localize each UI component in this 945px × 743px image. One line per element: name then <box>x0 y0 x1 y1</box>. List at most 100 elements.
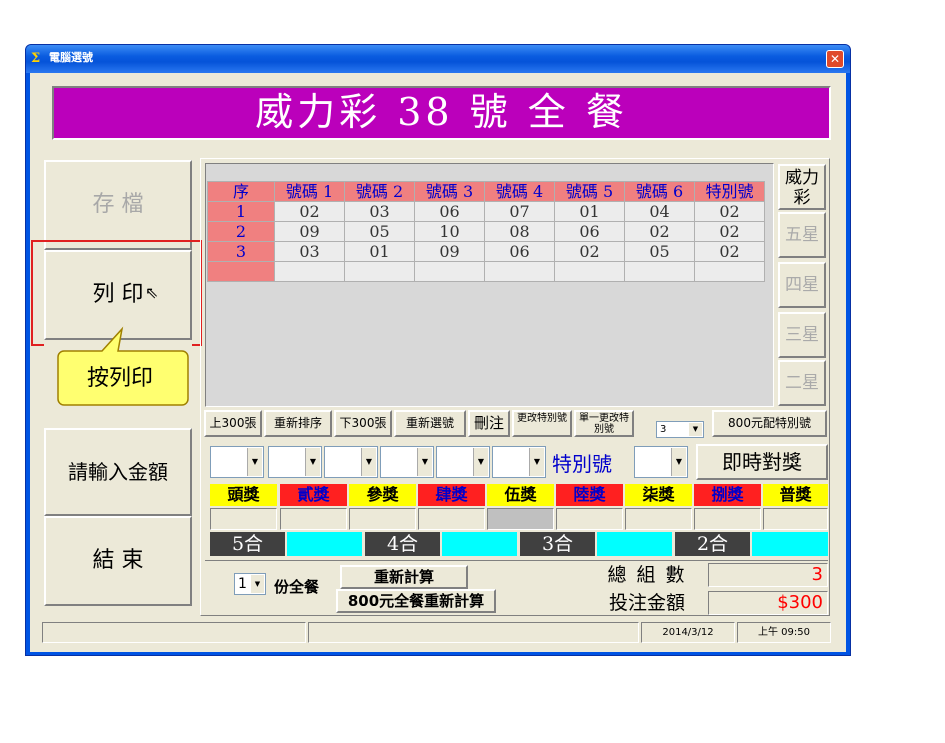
chevron-down-icon[interactable]: ▼ <box>361 448 376 476</box>
number-cell[interactable] <box>344 261 415 282</box>
number-cell[interactable] <box>414 261 485 282</box>
col-header: 號碼 1 <box>274 181 345 202</box>
prize-count <box>487 508 554 530</box>
special-cell[interactable]: 02 <box>694 201 765 222</box>
number-select-1[interactable]: ▼ <box>210 446 264 478</box>
number-cell[interactable]: 02 <box>274 201 345 222</box>
window-title: 電腦選號 <box>49 51 93 64</box>
recalculate-800-button[interactable]: 800元全餐重新計算 <box>336 589 496 613</box>
number-select-2[interactable]: ▼ <box>268 446 322 478</box>
special-cell[interactable] <box>694 261 765 282</box>
instant-check-button[interactable]: 即時對獎 <box>696 444 828 480</box>
page-title-banner: 威力彩 38 號 全 餐 <box>52 86 831 140</box>
next-300-button[interactable]: 下300張 <box>334 410 392 437</box>
tab-three-star[interactable]: 三星 <box>778 312 826 358</box>
tab-two-star[interactable]: 二星 <box>778 360 826 406</box>
delete-button[interactable]: 刪注 <box>468 410 510 437</box>
save-button[interactable]: 存 檔 <box>44 160 192 250</box>
number-cell[interactable]: 03 <box>274 241 345 262</box>
close-button[interactable]: ✕ <box>826 50 844 68</box>
reselect-button[interactable]: 重新選號 <box>394 410 466 437</box>
quantity-select[interactable]: 1 ▼ <box>234 573 266 595</box>
chevron-down-icon[interactable]: ▼ <box>305 448 320 476</box>
prize-count <box>210 508 277 530</box>
divider <box>205 560 828 561</box>
number-cell[interactable]: 05 <box>624 241 695 262</box>
number-cell[interactable]: 06 <box>414 201 485 222</box>
tab-four-star[interactable]: 四星 <box>778 262 826 308</box>
special-800-button[interactable]: 800元配特別號 <box>712 410 827 437</box>
table-row[interactable]: 2 09 05 10 08 06 02 02 <box>207 221 765 242</box>
hit-count <box>442 532 517 556</box>
ticket-table: 序 號碼 1 號碼 2 號碼 3 號碼 4 號碼 5 號碼 6 特別號 1 02… <box>207 181 765 282</box>
number-cell[interactable]: 03 <box>344 201 415 222</box>
prize-label: 伍獎 <box>487 484 554 506</box>
number-cell[interactable] <box>554 261 625 282</box>
chevron-down-icon[interactable]: ▼ <box>473 448 488 476</box>
hit-label: 4合 <box>365 532 440 556</box>
status-date: 2014/3/12 <box>641 622 735 643</box>
number-cell[interactable]: 04 <box>624 201 695 222</box>
tab-five-star[interactable]: 五星 <box>778 212 826 258</box>
number-cell[interactable] <box>274 261 345 282</box>
special-cell[interactable]: 02 <box>694 221 765 242</box>
number-cell[interactable] <box>484 261 555 282</box>
change-special-button[interactable]: 更改特別號 <box>512 410 572 437</box>
number-cell[interactable]: 07 <box>484 201 555 222</box>
total-groups-value: 3 <box>708 563 828 587</box>
enter-amount-button[interactable]: 請輸入金額 <box>44 428 192 516</box>
exit-button[interactable]: 結 束 <box>44 516 192 606</box>
special-cell[interactable]: 02 <box>694 241 765 262</box>
number-cell[interactable]: 01 <box>554 201 625 222</box>
title-bar[interactable] <box>26 45 850 73</box>
number-select-5[interactable]: ▼ <box>436 446 490 478</box>
chevron-down-icon[interactable]: ▼ <box>689 423 702 436</box>
table-header: 序 號碼 1 號碼 2 號碼 3 號碼 4 號碼 5 號碼 6 特別號 <box>207 181 765 202</box>
prev-300-button[interactable]: 上300張 <box>204 410 262 437</box>
hit-label: 2合 <box>675 532 750 556</box>
recalculate-button[interactable]: 重新計算 <box>340 565 468 589</box>
prize-count <box>556 508 623 530</box>
prize-count <box>694 508 761 530</box>
chevron-down-icon[interactable]: ▼ <box>251 575 264 593</box>
number-cell[interactable]: 08 <box>484 221 555 242</box>
number-cell[interactable]: 06 <box>554 221 625 242</box>
col-header: 號碼 3 <box>414 181 485 202</box>
prize-count <box>625 508 692 530</box>
special-number-label: 特別號 <box>552 452 612 476</box>
col-header: 號碼 4 <box>484 181 555 202</box>
prize-count <box>418 508 485 530</box>
table-row[interactable]: 1 02 03 06 07 01 04 02 <box>207 201 765 222</box>
number-cell[interactable]: 09 <box>274 221 345 242</box>
chevron-down-icon[interactable]: ▼ <box>671 448 686 476</box>
number-cell[interactable]: 02 <box>554 241 625 262</box>
number-cell[interactable]: 06 <box>484 241 555 262</box>
number-cell[interactable]: 05 <box>344 221 415 242</box>
number-select-4[interactable]: ▼ <box>380 446 434 478</box>
table-row[interactable]: 3 03 01 09 06 02 05 02 <box>207 241 765 262</box>
special-number-select[interactable]: ▼ <box>634 446 688 478</box>
count-select[interactable]: 3 ▼ <box>656 421 704 438</box>
number-cell[interactable] <box>624 261 695 282</box>
col-header: 特別號 <box>694 181 765 202</box>
number-select-3[interactable]: ▼ <box>324 446 378 478</box>
quantity-value: 1 <box>238 576 247 592</box>
prize-count <box>349 508 416 530</box>
bet-amount-label: 投注金額 <box>608 592 685 614</box>
number-cell[interactable]: 02 <box>624 221 695 242</box>
number-cell[interactable]: 10 <box>414 221 485 242</box>
quantity-label: 份全餐 <box>274 578 320 596</box>
row-index: 3 <box>207 241 275 262</box>
number-select-6[interactable]: ▼ <box>492 446 546 478</box>
table-row[interactable] <box>207 261 765 282</box>
chevron-down-icon[interactable]: ▼ <box>417 448 432 476</box>
number-cell[interactable]: 09 <box>414 241 485 262</box>
resort-button[interactable]: 重新排序 <box>264 410 332 437</box>
prize-label: 普獎 <box>763 484 828 506</box>
chevron-down-icon[interactable]: ▼ <box>247 448 262 476</box>
chevron-down-icon[interactable]: ▼ <box>529 448 544 476</box>
tab-powerball[interactable]: 威力彩 <box>778 164 826 210</box>
number-cell[interactable]: 01 <box>344 241 415 262</box>
single-change-special-button[interactable]: 單一更改特別號 <box>574 410 634 437</box>
app-icon: Σ <box>31 51 41 66</box>
